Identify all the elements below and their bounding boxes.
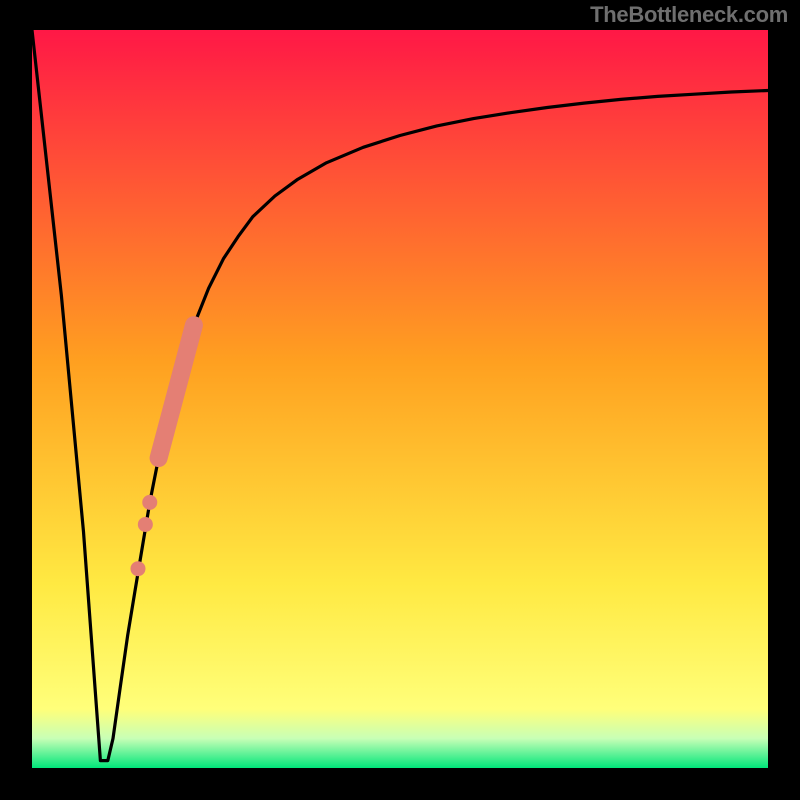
bottleneck-chart [0, 0, 800, 800]
highlight-dot [130, 561, 145, 576]
highlight-dot [138, 517, 153, 532]
highlight-dot [142, 495, 157, 510]
plot-background [32, 30, 768, 768]
chart-container: TheBottleneck.com [0, 0, 800, 800]
watermark-text: TheBottleneck.com [590, 2, 788, 28]
